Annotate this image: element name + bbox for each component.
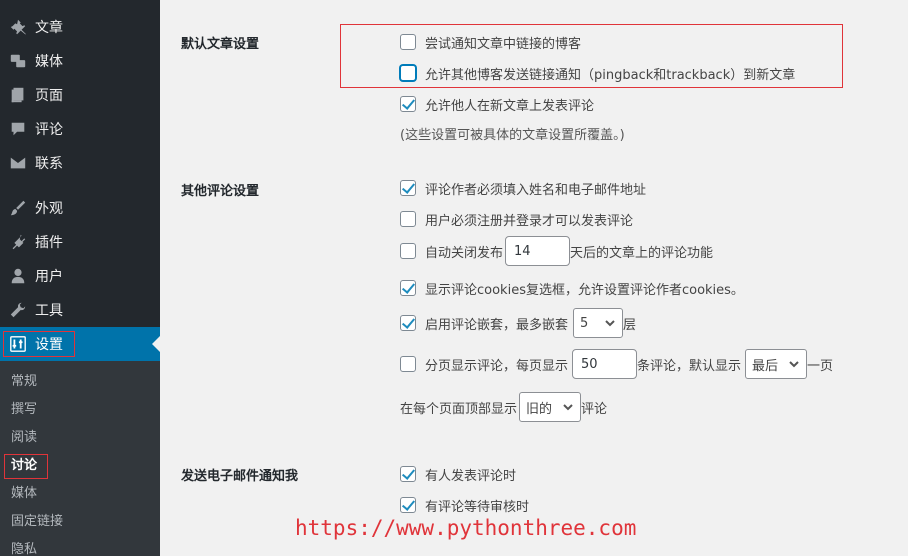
- sidebar-item-label: 页面: [35, 88, 63, 104]
- option-label: 尝试通知文章中链接的博客: [425, 36, 582, 52]
- sidebar-item-pages[interactable]: 页面: [0, 78, 160, 112]
- mail-icon: [8, 153, 28, 173]
- paginate-comments-checkbox[interactable]: [400, 356, 416, 372]
- option-label: 层: [623, 317, 637, 333]
- sidebar-item-posts[interactable]: 文章: [0, 10, 160, 44]
- chevron-down-icon: [604, 317, 616, 329]
- option-label: 一页: [807, 358, 834, 374]
- option-label: 条评论，默认显示: [637, 358, 742, 374]
- require-name-email-checkbox[interactable]: [400, 180, 416, 196]
- option-label: 自动关闭发布: [425, 245, 504, 261]
- default-page-select[interactable]: 最后: [745, 349, 808, 379]
- chevron-down-icon: [788, 358, 800, 370]
- auto-close-checkbox[interactable]: [400, 243, 416, 259]
- notify-moderation-option[interactable]: 有评论等待审核时: [400, 493, 529, 517]
- auto-close-days-input[interactable]: 14: [505, 236, 571, 266]
- active-menu-arrow: [152, 336, 160, 352]
- sidebar-item-contact[interactable]: 联系: [0, 146, 160, 180]
- submenu-reading[interactable]: 阅读: [11, 427, 37, 449]
- submenu-media[interactable]: 媒体: [11, 483, 37, 505]
- option-label: 分页显示评论，每页显示: [425, 358, 569, 374]
- select-value: 旧的: [526, 401, 553, 417]
- default-article-label: 默认文章设置: [181, 37, 260, 52]
- sidebar-item-users[interactable]: 用户: [0, 259, 160, 293]
- sidebar-item-appearance[interactable]: 外观: [0, 191, 160, 225]
- allow-pingbacks-checkbox[interactable]: [400, 65, 416, 81]
- sidebar-item-label: 媒体: [35, 54, 63, 70]
- option-label: 有人发表评论时: [425, 468, 517, 484]
- watermark-url: https://www.pythonthree.com: [295, 516, 637, 540]
- wrench-icon: [8, 300, 28, 320]
- thread-depth-select[interactable]: 5: [573, 308, 624, 338]
- page-icon: [8, 85, 28, 105]
- sidebar-item-label: 联系: [35, 156, 63, 172]
- chevron-down-icon: [562, 401, 574, 413]
- notify-moderation-checkbox[interactable]: [400, 497, 416, 513]
- allow-comments-checkbox[interactable]: [400, 96, 416, 112]
- sidebar-item-plugins[interactable]: 插件: [0, 225, 160, 259]
- submenu-general[interactable]: 常规: [11, 371, 37, 393]
- user-icon: [8, 266, 28, 286]
- option-label: 允许他人在新文章上发表评论: [425, 98, 595, 114]
- pin-icon: [8, 17, 28, 37]
- require-registration-option[interactable]: 用户必须注册并登录才可以发表评论: [400, 207, 633, 231]
- submenu-writing[interactable]: 撰写: [11, 399, 37, 421]
- comment-order-option: 在每个页面顶部显示 旧的 评论: [400, 392, 607, 422]
- comment-icon: [8, 119, 28, 139]
- notify-any-comment-checkbox[interactable]: [400, 466, 416, 482]
- option-label: 启用评论嵌套，最多嵌套: [425, 317, 569, 333]
- select-value: 5: [580, 315, 589, 331]
- sidebar-item-label: 外观: [35, 201, 63, 217]
- submenu-privacy[interactable]: 隐私: [11, 539, 37, 556]
- option-label: 显示评论cookies复选框，允许设置评论作者cookies。: [425, 282, 744, 298]
- settings-main: 默认文章设置 尝试通知文章中链接的博客 允许其他博客发送链接通知（pingbac…: [160, 0, 908, 556]
- comments-per-page-input[interactable]: 50: [572, 349, 638, 379]
- comment-order-select[interactable]: 旧的: [519, 392, 582, 422]
- sidebar-item-label: 评论: [35, 122, 63, 138]
- discussion-highlight-box: [4, 454, 48, 479]
- show-cookies-checkbox[interactable]: [400, 280, 416, 296]
- sidebar-item-label: 用户: [35, 269, 63, 285]
- option-label: 有评论等待审核时: [425, 499, 530, 515]
- notify-any-comment-option[interactable]: 有人发表评论时: [400, 462, 516, 486]
- settings-highlight-box: [3, 331, 75, 357]
- override-note: (这些设置可被具体的文章设置所覆盖。): [400, 128, 625, 143]
- option-label: 允许其他博客发送链接通知（pingback和trackback）到新文章: [425, 67, 796, 83]
- sidebar-item-label: 文章: [35, 20, 63, 36]
- option-label: 评论作者必须填入姓名和电子邮件地址: [425, 182, 647, 198]
- paginate-comments-option[interactable]: 分页显示评论，每页显示 50 条评论，默认显示 最后 一页: [400, 349, 833, 379]
- thread-comments-checkbox[interactable]: [400, 315, 416, 331]
- sidebar-item-comments[interactable]: 评论: [0, 112, 160, 146]
- sidebar-item-label: 工具: [35, 303, 63, 319]
- submenu-permalinks[interactable]: 固定链接: [11, 511, 63, 533]
- select-value: 最后: [752, 358, 779, 374]
- notify-linked-blogs-option[interactable]: 尝试通知文章中链接的博客: [400, 30, 581, 54]
- email-notify-label: 发送电子邮件通知我: [181, 469, 299, 484]
- require-name-email-option[interactable]: 评论作者必须填入姓名和电子邮件地址: [400, 176, 646, 200]
- require-registration-checkbox[interactable]: [400, 211, 416, 227]
- thread-comments-option[interactable]: 启用评论嵌套，最多嵌套 5 层: [400, 308, 636, 338]
- show-cookies-option[interactable]: 显示评论cookies复选框，允许设置评论作者cookies。: [400, 276, 744, 300]
- option-label: 天后的文章上的评论功能: [570, 245, 714, 261]
- sidebar-item-media[interactable]: 媒体: [0, 44, 160, 78]
- notify-linked-blogs-checkbox[interactable]: [400, 34, 416, 50]
- option-label: 在每个页面顶部显示: [400, 401, 518, 417]
- option-label: 评论: [581, 401, 608, 417]
- sidebar-item-label: 插件: [35, 235, 63, 251]
- allow-pingbacks-option[interactable]: 允许其他博客发送链接通知（pingback和trackback）到新文章: [400, 61, 795, 85]
- plugin-icon: [8, 232, 28, 252]
- media-icon: [8, 51, 28, 71]
- option-label: 用户必须注册并登录才可以发表评论: [425, 213, 634, 229]
- sidebar-item-tools[interactable]: 工具: [0, 293, 160, 327]
- admin-sidebar: 文章 媒体 页面 评论 联系 外观 插件 用户 工具 设置 常规 撰写 阅读 讨…: [0, 0, 160, 556]
- brush-icon: [8, 198, 28, 218]
- other-comment-label: 其他评论设置: [181, 184, 260, 199]
- auto-close-option[interactable]: 自动关闭发布 14 天后的文章上的评论功能: [400, 236, 713, 266]
- allow-comments-option[interactable]: 允许他人在新文章上发表评论: [400, 92, 594, 116]
